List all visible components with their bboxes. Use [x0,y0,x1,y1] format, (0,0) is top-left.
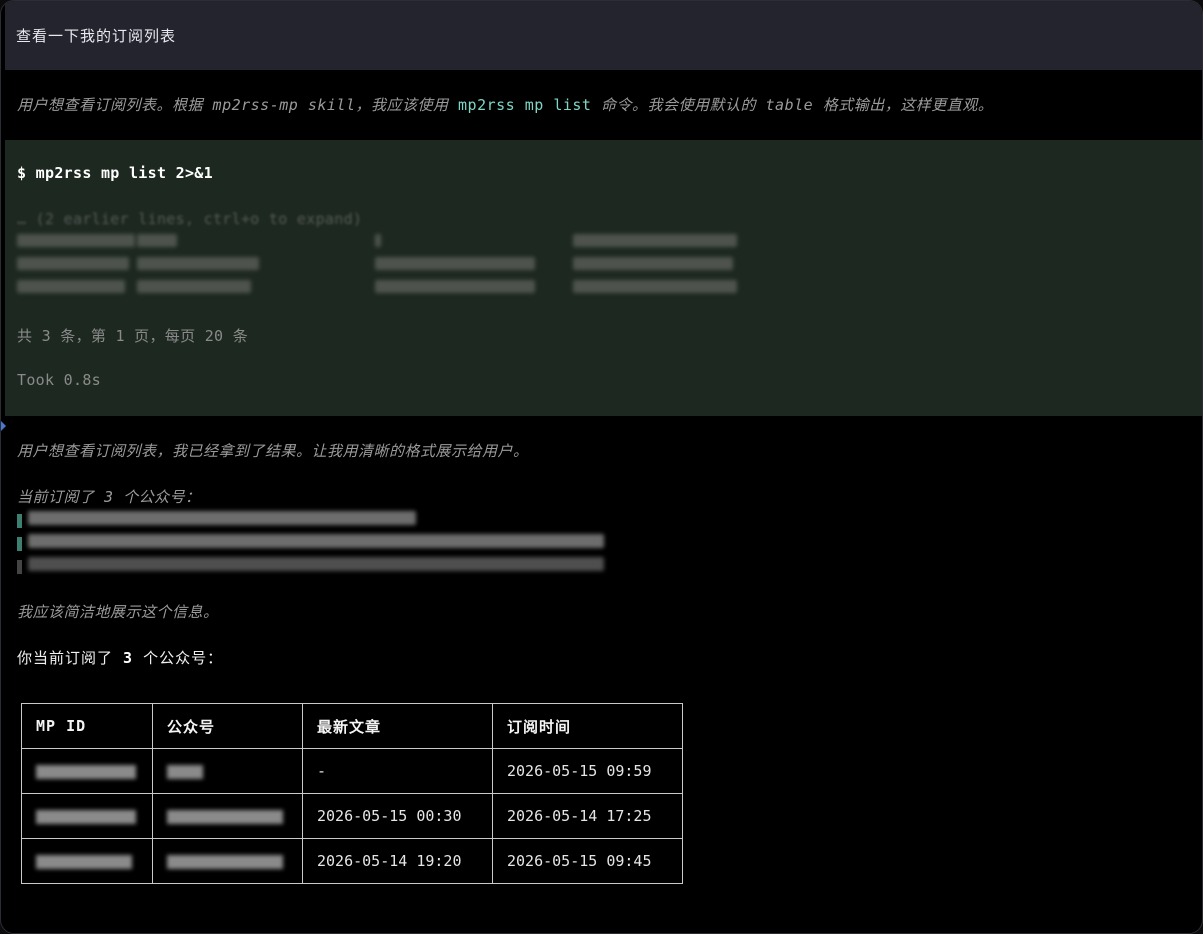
redacted-cell [375,234,381,247]
pagination-text: 共 3 条，第 1 页，每页 20 条 [17,327,249,345]
redacted-cell [573,280,737,293]
redacted-cell [375,257,535,270]
chat-window: 查看一下我的订阅列表 用户想查看订阅列表。根据 mp2rss-mp skill，… [0,0,1203,934]
column-header-subscribed-at: 订阅时间 [492,703,683,749]
subscription-count: 3 [123,649,134,667]
collapsed-lines-hint[interactable]: … (2 earlier lines, ctrl+o to expand) [17,210,362,228]
account-cell [152,793,303,839]
subscribed-at-cell: 2026-05-15 09:45 [492,838,683,884]
column-header-mp-id: MP ID [21,703,153,749]
timing-text: Took 0.8s [17,371,101,389]
latest-article-cell: 2026-05-15 00:30 [302,793,493,839]
redacted-cell [17,234,135,247]
table-row: - 2026-05-15 09:59 [21,748,683,794]
summary-title: 你当前订阅了 3 个公众号： [17,649,224,667]
mp-id-cell [21,793,153,839]
table-header-row: MP ID 公众号 最新文章 订阅时间 [21,703,683,749]
subscription-table: MP ID 公众号 最新文章 订阅时间 - 2026-05-15 09:59 2… [21,703,683,884]
assistant-thought-2: 用户想查看订阅列表，我已经拿到了结果。让我用清晰的格式展示给用户。 [17,442,529,460]
terminal-command: $ mp2rss mp list 2>&1 [17,164,213,182]
table-row: 2026-05-14 19:20 2026-05-15 09:45 [21,838,683,884]
subscribed-at-cell: 2026-05-14 17:25 [492,793,683,839]
redacted-cell [375,280,535,293]
assistant-thought-3: 当前订阅了 3 个公众号： [17,488,201,506]
redacted-cell [137,257,259,270]
redacted-cell [573,257,733,270]
expand-marker-icon[interactable] [1,421,6,431]
redacted-list-item [17,510,416,529]
redacted-list-item [17,556,604,575]
column-header-account: 公众号 [152,703,303,749]
account-cell [152,838,303,884]
mp-id-cell [21,748,153,794]
latest-article-cell: 2026-05-14 19:20 [302,838,493,884]
redacted-list-item [17,533,604,552]
redacted-cell [573,234,737,247]
column-header-latest-article: 最新文章 [302,703,493,749]
terminal-output: $ mp2rss mp list 2>&1 … (2 earlier lines… [5,140,1202,416]
inline-command: mp2rss mp list [458,96,592,114]
mp-id-cell [21,838,153,884]
table-row: 2026-05-15 00:30 2026-05-14 17:25 [21,793,683,839]
subscribed-at-cell: 2026-05-15 09:59 [492,748,683,794]
redacted-cell [17,257,129,270]
assistant-thought-1: 用户想查看订阅列表。根据 mp2rss-mp skill，我应该使用 mp2rs… [17,96,994,114]
latest-article-cell: - [302,748,493,794]
redacted-cell [137,234,177,247]
user-message: 查看一下我的订阅列表 [5,1,1202,70]
user-message-text: 查看一下我的订阅列表 [16,27,177,45]
redacted-cell [17,280,125,293]
redacted-cell [137,280,251,293]
account-cell [152,748,303,794]
assistant-thought-4: 我应该简洁地展示这个信息。 [17,603,219,621]
